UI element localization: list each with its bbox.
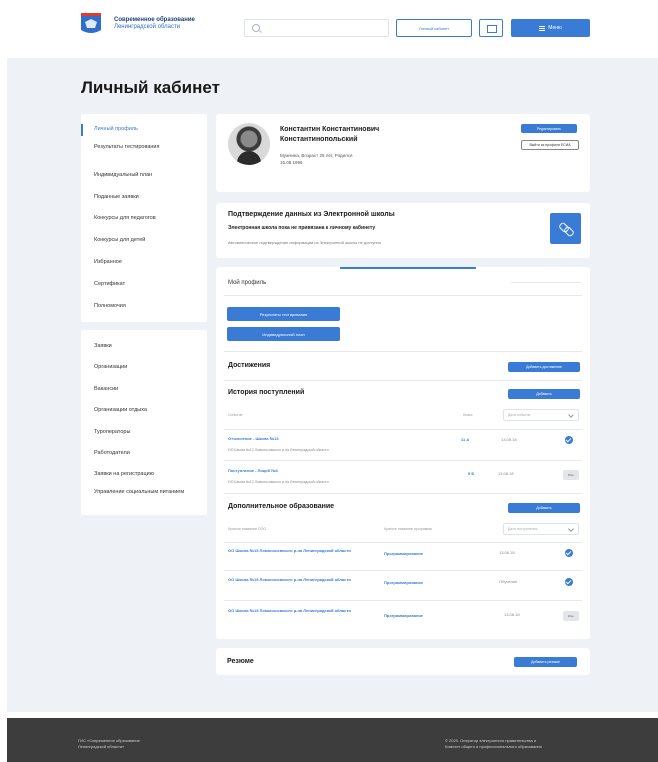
logout-esia-button[interactable]: Выйти из профиля ЕСИА [521,140,579,150]
resume-card: Резюме Добавить резюме [216,648,590,675]
active-indicator [81,124,83,136]
history-row-class: 11 А [461,437,470,442]
link-icon[interactable] [550,213,581,244]
sidebar-item-individual-plan[interactable]: Индивидуальный план [94,172,200,179]
search-input[interactable] [244,19,389,37]
profile-info: Мужчина, Возраст 25 лет, Родился 15.08.1… [280,153,353,165]
divider [224,600,582,601]
sidebar-item-teacher-contests[interactable]: Конкурсы для педагогов [94,215,200,222]
sidebar-item-favorites[interactable]: Избранное [94,259,200,266]
e-school-note: Автоматическое подтверждение информации … [228,240,381,245]
divider [224,570,582,571]
site-header: Современное образование Ленинградской об… [0,0,658,58]
additional-row-title[interactable]: ОО Школа №15 Ломоносовского р-на Ленингр… [228,576,358,584]
history-row-date: 13.08.18 [498,471,514,476]
check-icon [565,549,573,557]
additional-row-status: 13.08.18 [504,612,520,617]
divider [224,493,582,494]
footer-org: ГИС «Современное образование Ленинградск… [78,738,140,749]
history-row-date: 13.08.18 [501,437,517,442]
additional-row-program[interactable]: Программирование [384,550,423,558]
additional-row-status: 13.08.18 [499,550,515,555]
resume-title: Резюме [227,658,254,665]
event-date-select[interactable]: Дата события [503,409,579,421]
sidebar-admin-menu: Заявки Организации Вакансии Организации … [81,330,207,515]
e-school-status: Электронная школа пока не привязана к ли… [228,225,376,231]
sidebar-item-requests[interactable]: Заявки [94,343,200,350]
column-program: Краткое название программы [384,527,433,531]
additional-row-program[interactable]: Программирование [384,579,423,587]
add-achievement-button[interactable]: Добавить достижение [508,362,580,372]
sidebar-item-test-results[interactable]: Результаты тестирования [94,144,200,151]
avatar [228,123,270,165]
edit-profile-button[interactable]: Редактировать [521,124,577,133]
sidebar-item-tour-operators[interactable]: Туроператоры [94,429,200,436]
sidebar-profile-menu: Личный профиль Результаты тестирования И… [81,114,207,322]
individual-plan-button[interactable]: Индивидуальный план [227,327,340,341]
check-icon [565,578,573,586]
divider [224,542,582,543]
additional-row-title[interactable]: ОО Школа №15 Ломоносовского р-на Ленингр… [228,607,358,615]
test-results-button[interactable]: Результаты тестирования [227,307,340,321]
sidebar-item-organizations[interactable]: Организации [94,364,200,371]
column-org: Краткое название ООО [228,527,267,531]
search-icon [252,24,260,32]
edit-tag[interactable]: Изм. [563,611,579,621]
column-class: Класс [463,413,473,417]
add-resume-button[interactable]: Добавить резюме [514,657,577,667]
footer-copyright: © 2020. Оператор электронного правительс… [445,738,542,749]
divider [224,380,582,381]
tab-my-profile[interactable]: Мой профиль [228,280,266,286]
additional-row-program[interactable]: Программирование [384,612,423,620]
divider [224,429,582,430]
sidebar-item-profile[interactable]: Личный профиль [94,126,200,133]
personal-cabinet-button[interactable]: Личный кабинет [396,19,472,37]
history-row-sub: ОО Школа №13 Ломоносовского р-на Ленингр… [228,448,329,452]
sidebar-item-certificate[interactable]: Сертификат [94,281,200,288]
sidebar-item-registration-requests[interactable]: Заявки на регистрацию [94,471,200,478]
sidebar-item-child-contests[interactable]: Конкурсы для детей [94,237,200,244]
profile-main-card: Мой профиль Результаты тестирования Инди… [216,267,590,639]
history-row-title[interactable]: Поступление - Лицей №4 [228,467,428,475]
sidebar-item-applications[interactable]: Поданные заявки [94,194,200,201]
site-footer: ГИС «Современное образование Ленинградск… [7,718,658,762]
achievements-title: Достижения [228,362,271,369]
e-school-card: Подтверждение данных из Электронной школ… [216,203,590,258]
edit-tag[interactable]: Изм. [563,470,579,480]
enrollment-date-select[interactable]: Дата поступления [503,523,579,535]
accessibility-button[interactable] [479,19,503,37]
add-history-button[interactable]: Добавить [508,389,580,399]
add-additional-button[interactable]: Добавить [508,503,580,513]
history-row-sub: ОО Школа №13 Ломоносовского р-на Ленингр… [228,480,329,484]
sidebar-item-social-nutrition[interactable]: Управление социальным питанием [94,489,200,496]
divider [224,351,582,352]
history-row-class: 5 Б [468,471,475,476]
sidebar-item-permissions[interactable]: Полномочия [94,303,200,310]
brand-name[interactable]: Современное образование Ленинградской об… [114,17,195,31]
column-event: Событие [228,413,243,417]
divider [224,460,582,461]
additional-row-title[interactable]: ОО Школа №15 Ломоносовского р-на Ленингр… [228,547,358,555]
additional-row-status: Обучение [499,579,518,584]
hamburger-icon [539,25,546,31]
menu-button[interactable]: Меню [511,19,590,37]
region-logo-icon[interactable] [81,13,101,36]
sidebar-item-employers[interactable]: Работодатели [94,450,200,457]
sidebar-item-recreation-orgs[interactable]: Организации отдыха [94,407,200,414]
tab-indicator [340,267,476,269]
divider [224,295,582,296]
e-school-title: Подтверждение данных из Электронной школ… [228,211,395,218]
history-title: История поступлений [228,389,305,396]
tab-placeholder [511,282,581,283]
check-icon [565,436,573,444]
profile-name: Константин Константинович Константинопол… [280,126,380,143]
profile-card: Константин Константинович Константинопол… [216,114,590,192]
sidebar-item-vacancies[interactable]: Вакансии [94,386,200,393]
page-title: Личный кабинет [81,78,220,97]
additional-education-title: Дополнительное образование [228,503,335,510]
history-row-title[interactable]: Отчисление - Школа №13 [228,435,428,443]
